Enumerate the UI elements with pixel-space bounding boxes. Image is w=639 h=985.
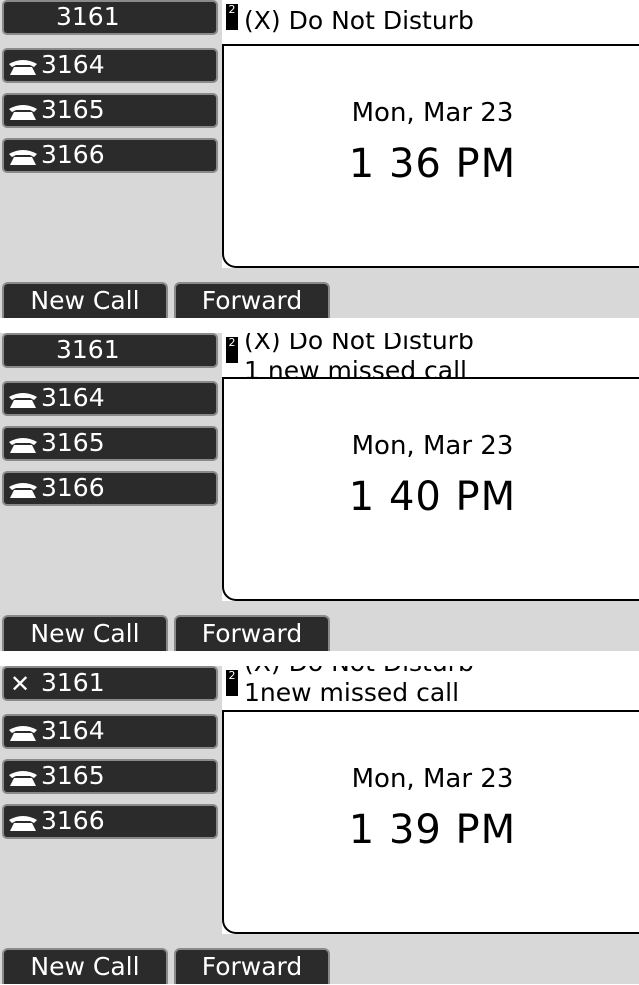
new-call-softkey[interactable]: New Call [2,615,168,651]
status-area: 2 (X) Do Not Disturb 1 new missed call M… [222,333,639,601]
status-banner: 2 (X) Do Not Disturb [222,0,639,46]
line-key-3161[interactable]: ✕ 3161 [2,666,218,701]
x-icon: ✕ [10,670,31,698]
status-area: 2 (X) Do Not Disturb Mon, Mar 23 1 36 PM [222,0,639,268]
forward-softkey[interactable]: Forward [174,615,330,651]
idle-panel: Mon, Mar 23 1 40 PM [222,379,639,601]
phone-icon [9,60,37,75]
softkey-bar: New Call Forward [0,615,639,651]
phone-icon [9,816,37,831]
banner-message: (X) Do Not Disturb [244,333,474,355]
softkey-bar: New Call Forward [0,948,639,984]
time-display: 1 39 PM [348,807,517,853]
line-key-label: 3161 [41,668,105,697]
line-key-3166[interactable]: 3166 [2,471,218,506]
message-count-badge: 2 [226,4,238,30]
line-key-3161[interactable]: 3161 [2,333,218,368]
phone-screen-3: ✕ 3161 3164 3165 3166 2 (X) Do Not Distu… [0,666,639,984]
phone-icon [9,726,37,741]
phone-icon [9,483,37,498]
forward-softkey[interactable]: Forward [174,282,330,318]
banner-message: (X) Do Not Disturb [244,6,474,35]
phone-icon [9,105,37,120]
phone-icon [9,438,37,453]
line-key-3164[interactable]: 3164 [2,48,218,83]
line-key-3165[interactable]: 3165 [2,426,218,461]
date-display: Mon, Mar 23 [351,98,514,128]
line-key-3161[interactable]: 3161 [2,0,218,35]
status-area: 2 (X) Do Not Disturb 1new missed call Mo… [222,666,639,934]
line-key-3164[interactable]: 3164 [2,381,218,416]
message-count-badge: 2 [226,670,238,696]
line-key-label: 3166 [41,806,105,835]
message-count-badge: 2 [226,337,238,363]
line-key-3165[interactable]: 3165 [2,759,218,794]
time-display: 1 40 PM [348,474,517,520]
idle-panel: Mon, Mar 23 1 39 PM [222,712,639,934]
idle-panel: Mon, Mar 23 1 36 PM [222,46,639,268]
line-key-label: 3166 [41,473,105,502]
line-key-label: 3165 [41,95,105,124]
phone-icon [9,771,37,786]
date-display: Mon, Mar 23 [351,431,514,461]
line-key-label: 3165 [41,428,105,457]
new-call-softkey[interactable]: New Call [2,948,168,984]
status-banner: 2 (X) Do Not Disturb 1 new missed call [222,333,639,379]
banner-message-secondary: 1 new missed call [244,356,467,379]
date-display: Mon, Mar 23 [351,764,514,794]
new-call-softkey[interactable]: New Call [2,282,168,318]
line-key-label: 3164 [41,716,105,745]
line-key-3164[interactable]: 3164 [2,714,218,749]
line-key-label: 3164 [41,50,105,79]
phone-screen-2: 3161 3164 3165 3166 2 (X) Do Not Disturb… [0,333,639,651]
phone-icon [9,150,37,165]
phone-screen-1: 3161 3164 3165 3166 2 (X) Do Not Disturb… [0,0,639,318]
line-key-label: 3164 [41,383,105,412]
line-key-label: 3161 [56,335,120,364]
line-key-label: 3161 [56,2,120,31]
time-display: 1 36 PM [348,141,517,187]
line-key-label: 3166 [41,140,105,169]
forward-softkey[interactable]: Forward [174,948,330,984]
line-key-3166[interactable]: 3166 [2,804,218,839]
banner-message: (X) Do Not Disturb [244,666,474,677]
status-banner: 2 (X) Do Not Disturb 1new missed call [222,666,639,712]
line-key-3166[interactable]: 3166 [2,138,218,173]
line-key-3165[interactable]: 3165 [2,93,218,128]
line-key-label: 3165 [41,761,105,790]
softkey-bar: New Call Forward [0,282,639,318]
banner-message-secondary: 1new missed call [244,678,460,707]
phone-icon [9,393,37,408]
